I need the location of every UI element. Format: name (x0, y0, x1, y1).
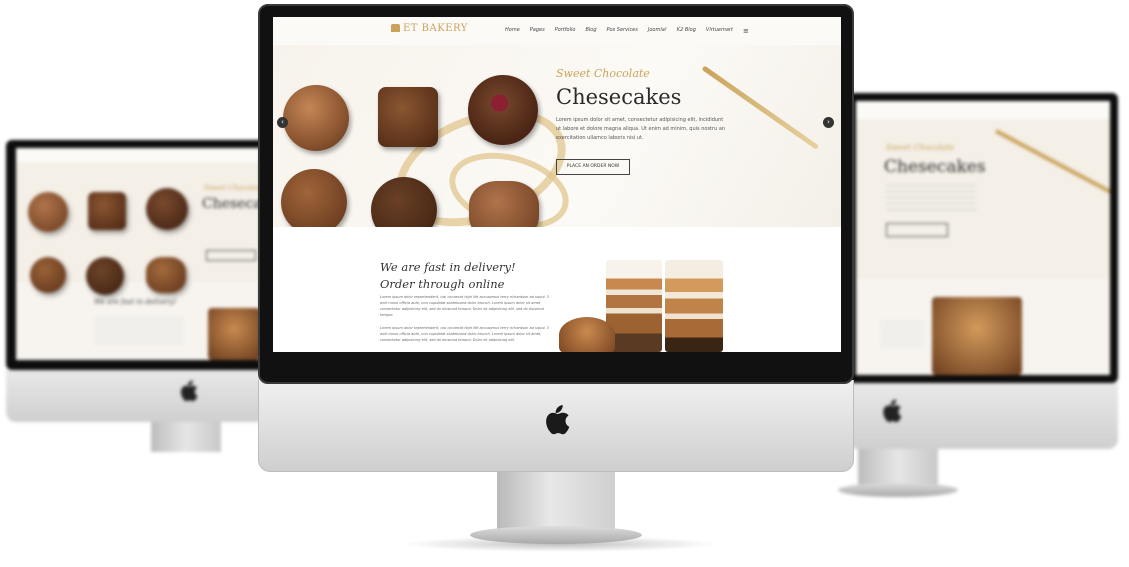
nav-item-services[interactable]: Pos Services (607, 27, 638, 35)
cake-image-right (665, 260, 723, 352)
section-paragraph-1: Lorem ipsum dolor reprehenderit, nisi oc… (380, 295, 549, 317)
nav-item-home[interactable]: Home (505, 27, 520, 35)
apple-icon (178, 380, 198, 406)
monitor-neck (497, 472, 615, 530)
right-hero-subtitle: Sweet Chocolate (886, 143, 955, 152)
chocolate-square (378, 87, 438, 147)
apple-icon (880, 399, 902, 427)
left-monitor-screen: Sweet Chocolate Chesecakes We are fast i… (16, 148, 260, 360)
chocolate-cherry (468, 75, 538, 145)
right-monitor-screen: Sweet Chocolate Chesecakes (856, 101, 1110, 375)
right-cake-image (932, 297, 1022, 375)
right-hero-title: Chesecakes (884, 157, 986, 177)
main-screen: ET BAKERY Home Pages Portfolio Blog Pos … (273, 17, 841, 352)
hero-subtitle: Sweet Chocolate (556, 67, 650, 80)
right-spoon (995, 129, 1110, 194)
left-section-heading: We are fast in delivery! (94, 298, 177, 306)
delivery-heading: We are fast in delivery! (380, 260, 516, 274)
site-header: ET BAKERY Home Pages Portfolio Blog Pos … (273, 17, 841, 46)
right-hero-button[interactable] (886, 223, 948, 237)
apple-icon (542, 404, 570, 440)
left-hero-subtitle: Sweet Chocolate (204, 184, 260, 192)
chocolate-sprinkle (281, 169, 347, 227)
left-hero-button[interactable] (206, 250, 256, 261)
left-monitor: Sweet Chocolate Chesecakes We are fast i… (6, 140, 268, 460)
left-monitor-neck (151, 422, 221, 452)
site-logo[interactable]: ET BAKERY (391, 23, 468, 34)
nav-item-blog[interactable]: Blog (585, 27, 596, 35)
monitor-foot (470, 526, 642, 544)
left-header (16, 148, 260, 163)
chocolate-round (283, 85, 349, 151)
nav-item-pages[interactable]: Pages (530, 27, 545, 35)
hero-slider: ‹ › Sweet Chocolate Chesecakes Lorem ips… (273, 45, 841, 227)
nav-item-joomla[interactable]: Joomla! (648, 27, 667, 35)
arrow-left-icon[interactable]: ‹ (277, 117, 288, 128)
order-online-heading: Order through online (380, 277, 505, 291)
left-section-text (94, 318, 184, 348)
left-cake-image (208, 308, 260, 360)
arrow-right-icon[interactable]: › (823, 117, 834, 128)
hero-title: Chesecakes (556, 85, 682, 109)
nav-item-portfolio[interactable]: Portfolio (555, 27, 576, 35)
section-paragraph-2: Lorem ipsum dolor reprehenderit, nisi oc… (380, 326, 549, 342)
right-hero: Sweet Chocolate Chesecakes (856, 119, 1110, 279)
left-monitor-chin (6, 370, 268, 422)
logo-icon (391, 24, 400, 32)
left-hero: Sweet Chocolate Chesecakes (16, 162, 260, 295)
order-now-button[interactable]: PLACE AN ORDER NOW (556, 159, 630, 175)
left-hero-title: Chesecakes (202, 196, 260, 212)
main-nav: Home Pages Portfolio Blog Pos Services J… (505, 27, 749, 35)
hero-text: Lorem ipsum dolor sit amet, consectetur … (556, 117, 726, 141)
logo-text: ET BAKERY (403, 23, 468, 34)
chocolate-flower (469, 181, 539, 227)
menu-icon[interactable]: ≡ (743, 27, 749, 35)
nav-item-k2-blog[interactable]: K2 Blog (677, 27, 696, 35)
right-section-text (880, 321, 924, 351)
right-header (856, 101, 1110, 120)
cake-slice-plate (559, 317, 615, 352)
nav-item-virtuemart[interactable]: Virtuemart (706, 27, 733, 35)
right-monitor-foot (838, 483, 958, 497)
right-monitor: Sweet Chocolate Chesecakes (838, 93, 1123, 513)
right-hero-text (886, 185, 976, 213)
